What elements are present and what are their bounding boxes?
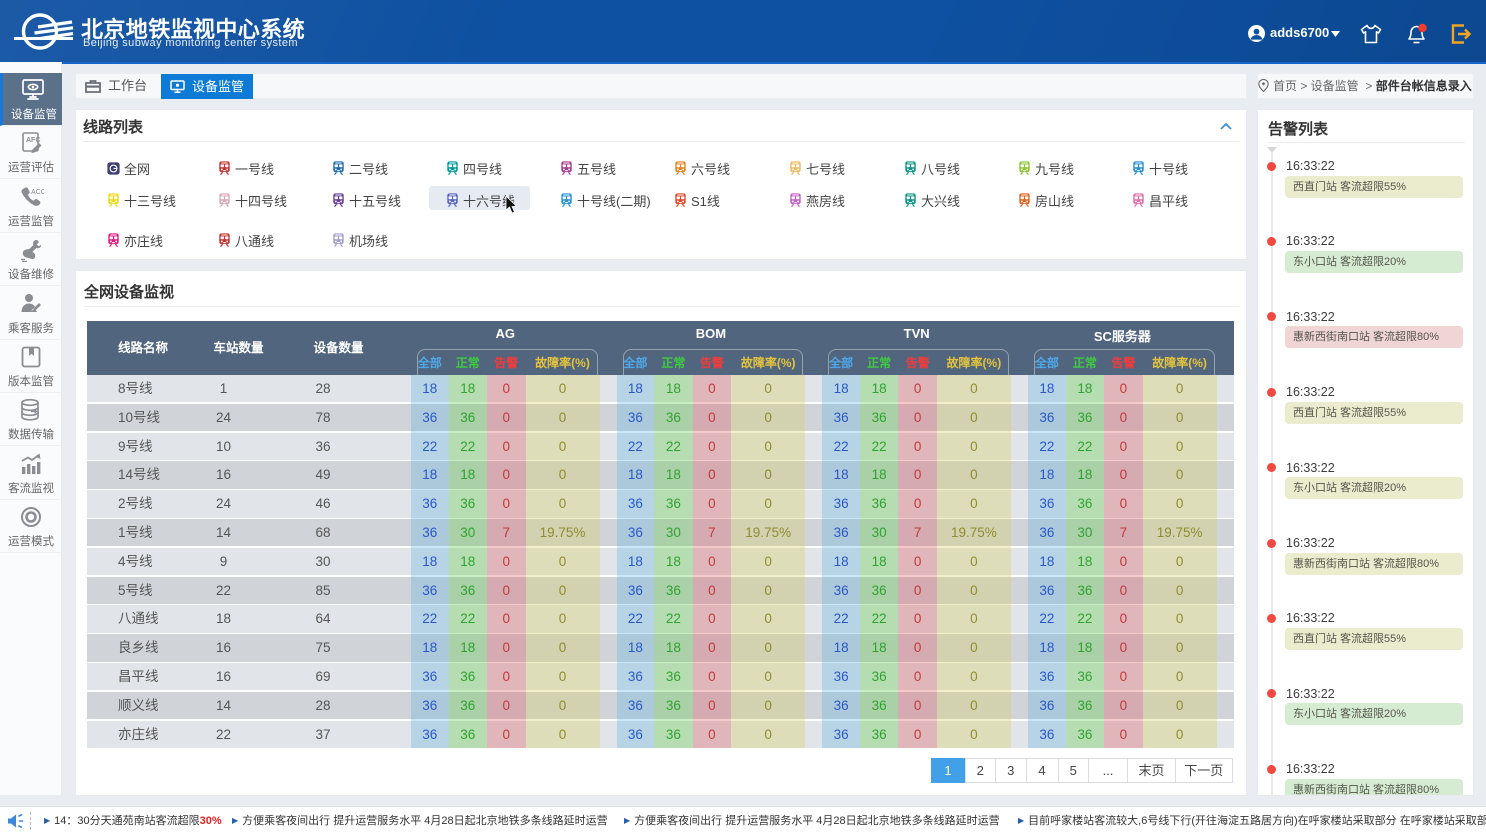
svg-text:AFC: AFC [26,137,40,144]
svg-text:ACC: ACC [31,189,44,196]
